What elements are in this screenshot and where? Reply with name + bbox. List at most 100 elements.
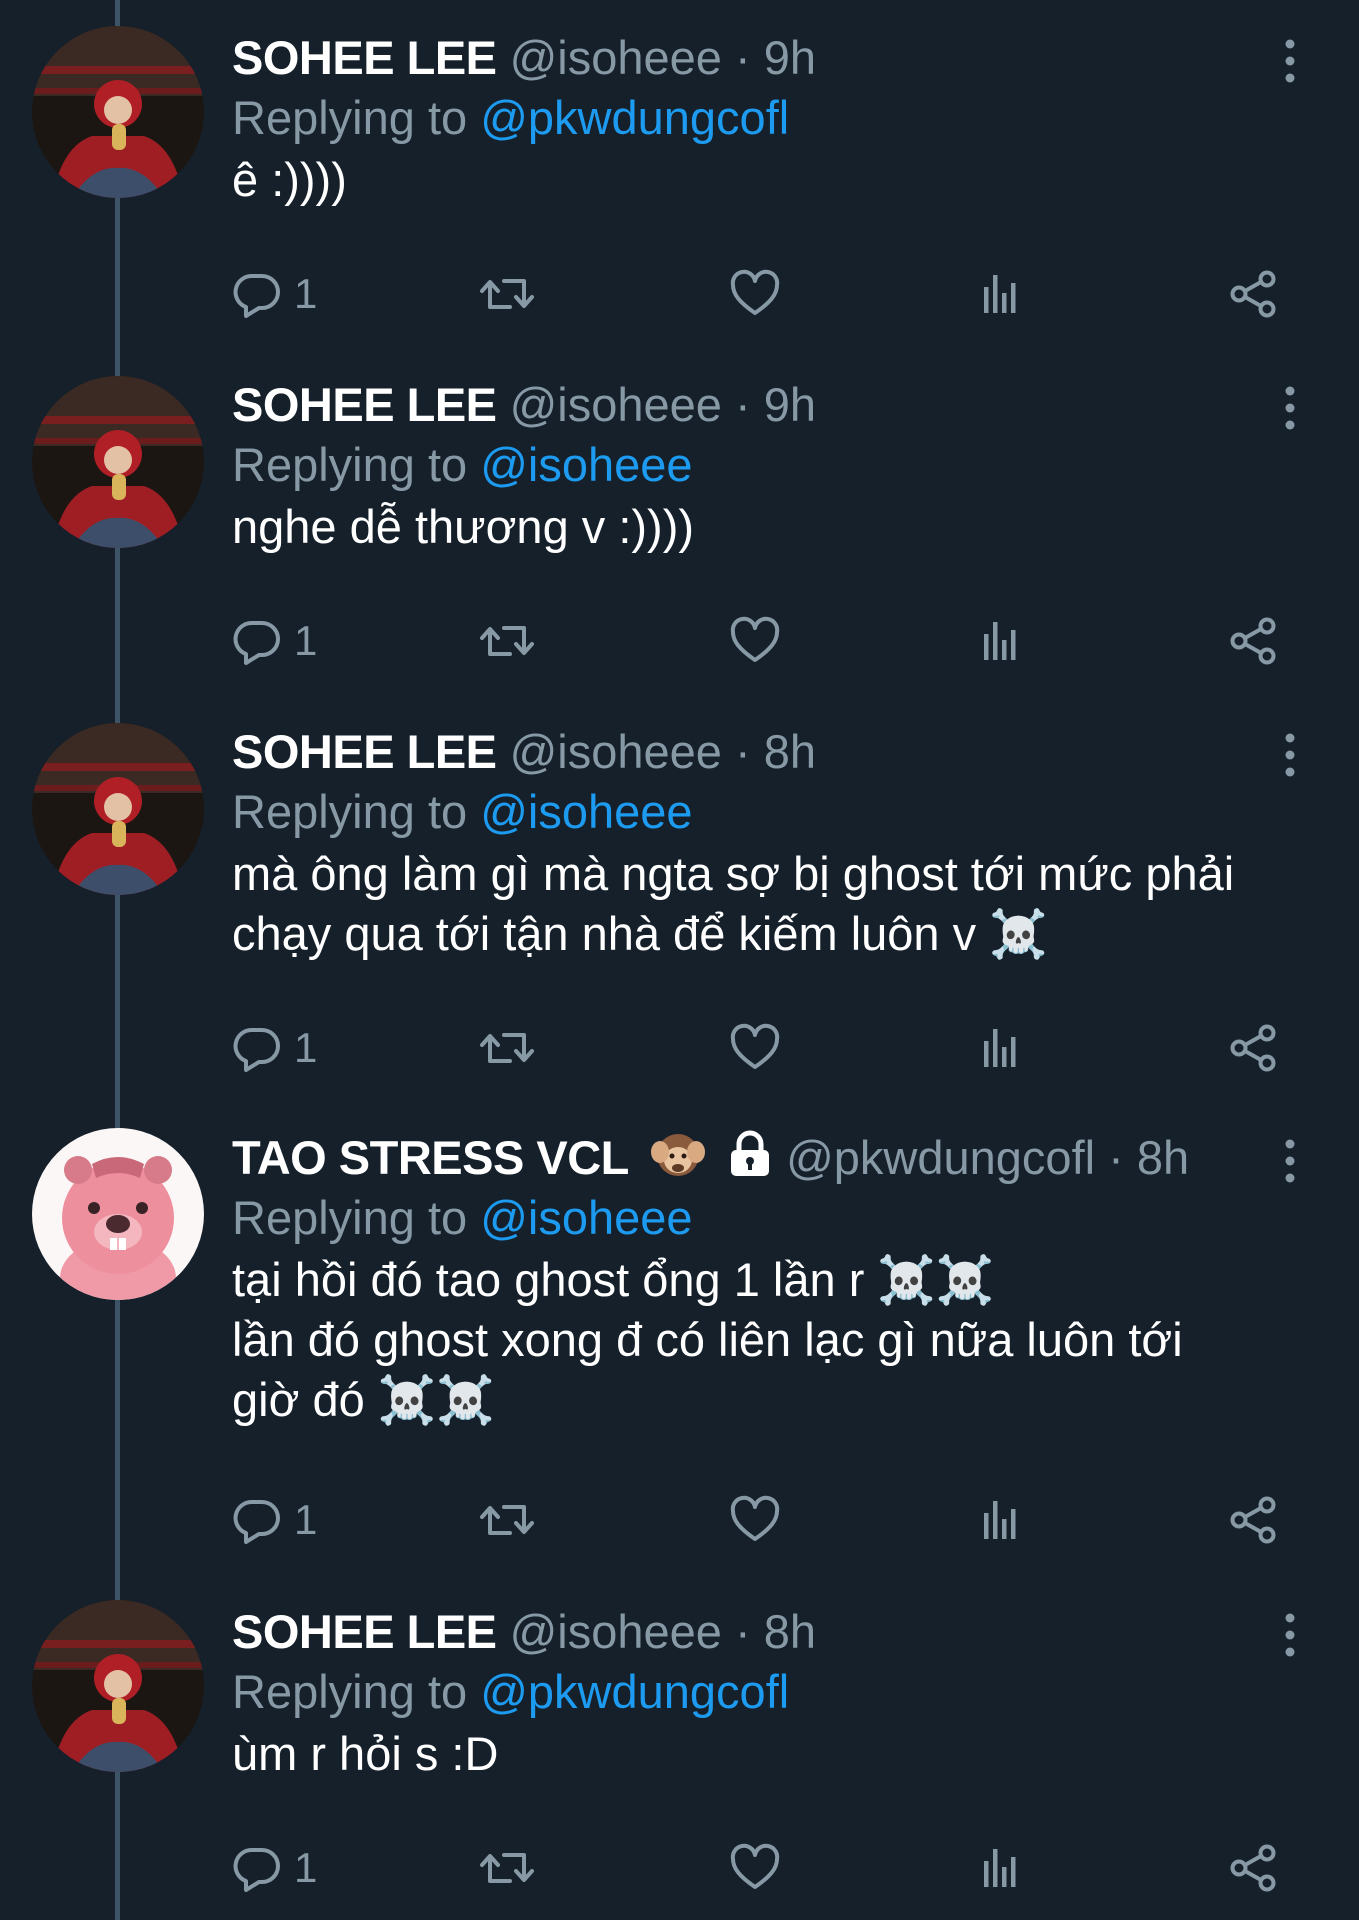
reply-button[interactable]: 1 <box>232 1836 317 1900</box>
more-vertical-icon[interactable] <box>1270 383 1310 433</box>
replying-to: Replying to @isoheee <box>232 782 693 842</box>
user-handle[interactable]: @isoheee <box>510 725 722 778</box>
retweet-icon <box>480 279 534 309</box>
more-vertical-icon[interactable] <box>1270 730 1310 780</box>
tweet[interactable]: SOHEE LEE @isoheee · 9h Replying to @iso… <box>0 347 1359 694</box>
retweet-button[interactable] <box>478 1488 536 1552</box>
replying-to: Replying to @isoheee <box>232 1188 693 1248</box>
tweet-text: nghe dễ thương v :)))) <box>232 500 694 553</box>
separator-dot: · <box>735 378 751 431</box>
analytics-button[interactable] <box>980 609 1024 673</box>
tweet-header: TAO STRESS VCL @pkwdungcofl · 8h <box>232 1128 1189 1188</box>
share-button[interactable] <box>1227 1016 1279 1080</box>
share-icon <box>1230 270 1276 318</box>
display-name[interactable]: SOHEE LEE <box>232 378 497 431</box>
like-button[interactable] <box>729 1016 781 1080</box>
share-button[interactable] <box>1227 1836 1279 1900</box>
avatar[interactable] <box>32 1128 204 1300</box>
heart-icon <box>730 1843 780 1889</box>
analytics-icon <box>984 1501 1016 1539</box>
tweet[interactable]: SOHEE LEE @isoheee · 9h Replying to @pkw… <box>0 0 1359 347</box>
more-vertical-icon[interactable] <box>1270 36 1310 86</box>
mention-link[interactable]: @isoheee <box>480 438 692 491</box>
user-handle[interactable]: @isoheee <box>510 1605 722 1658</box>
timestamp[interactable]: 8h <box>764 725 816 778</box>
retweet-button[interactable] <box>478 609 536 673</box>
tweet[interactable]: SOHEE LEE @isoheee · 8h Replying to @iso… <box>0 694 1359 1100</box>
analytics-button[interactable] <box>980 1016 1024 1080</box>
like-button[interactable] <box>729 1836 781 1900</box>
display-name[interactable]: SOHEE LEE <box>232 1605 497 1658</box>
like-button[interactable] <box>729 609 781 673</box>
display-name[interactable]: SOHEE LEE <box>232 725 497 778</box>
share-button[interactable] <box>1227 262 1279 326</box>
action-bar: 1 <box>232 1488 1332 1552</box>
tweet[interactable]: TAO STRESS VCL @pkwdungcofl · 8h Replyin… <box>0 1100 1359 1574</box>
reply-icon <box>233 1847 280 1892</box>
share-button[interactable] <box>1227 609 1279 673</box>
reply-icon <box>233 1027 280 1072</box>
reply-count: 1 <box>294 270 318 317</box>
replying-to-label: Replying to <box>232 438 468 491</box>
analytics-button[interactable] <box>980 262 1024 326</box>
separator-dot: · <box>735 31 751 84</box>
share-icon <box>1230 1844 1276 1892</box>
action-bar: 1 <box>232 1836 1332 1900</box>
display-name[interactable]: SOHEE LEE <box>232 31 497 84</box>
reply-button[interactable]: 1 <box>232 1488 317 1552</box>
timestamp[interactable]: 9h <box>764 31 816 84</box>
separator-dot: · <box>1108 1131 1124 1184</box>
display-name[interactable]: TAO STRESS VCL <box>232 1131 629 1184</box>
mention-link[interactable]: @pkwdungcofl <box>480 1665 789 1718</box>
reply-count: 1 <box>294 1844 318 1891</box>
lock-icon <box>727 1128 773 1194</box>
retweet-button[interactable] <box>478 262 536 326</box>
mention-link[interactable]: @isoheee <box>480 785 692 838</box>
timestamp[interactable]: 9h <box>764 378 816 431</box>
retweet-icon <box>480 626 534 656</box>
replying-to: Replying to @pkwdungcofl <box>232 1662 789 1722</box>
user-handle[interactable]: @isoheee <box>510 31 722 84</box>
reply-count: 1 <box>294 617 318 664</box>
retweet-icon <box>480 1853 534 1883</box>
timestamp[interactable]: 8h <box>764 1605 816 1658</box>
like-button[interactable] <box>729 1488 781 1552</box>
analytics-button[interactable] <box>980 1488 1024 1552</box>
monkey-emoji-icon <box>650 1128 706 1194</box>
tweet-thread: SOHEE LEE @isoheee · 9h Replying to @pkw… <box>0 0 1359 1920</box>
reply-button[interactable]: 1 <box>232 1016 317 1080</box>
share-icon <box>1230 617 1276 665</box>
reply-button[interactable]: 1 <box>232 609 317 673</box>
heart-icon <box>730 1023 780 1069</box>
tweet-text: ê :)))) <box>232 153 347 206</box>
share-button[interactable] <box>1227 1488 1279 1552</box>
reply-icon <box>233 1499 280 1544</box>
retweet-icon <box>480 1033 534 1063</box>
user-handle[interactable]: @pkwdungcofl <box>786 1131 1095 1184</box>
timestamp[interactable]: 8h <box>1137 1131 1189 1184</box>
avatar[interactable] <box>32 723 204 895</box>
avatar[interactable] <box>32 1600 204 1772</box>
analytics-icon <box>984 1029 1016 1067</box>
replying-to-label: Replying to <box>232 785 468 838</box>
mention-link[interactable]: @pkwdungcofl <box>480 91 789 144</box>
reply-button[interactable]: 1 <box>232 262 317 326</box>
more-vertical-icon[interactable] <box>1270 1610 1310 1660</box>
action-bar: 1 <box>232 262 1332 326</box>
action-bar: 1 <box>232 1016 1332 1080</box>
tweet-header: SOHEE LEE @isoheee · 9h <box>232 375 816 435</box>
like-button[interactable] <box>729 262 781 326</box>
more-vertical-icon[interactable] <box>1270 1136 1310 1186</box>
share-icon <box>1230 1024 1276 1072</box>
tweet-header: SOHEE LEE @isoheee · 8h <box>232 722 816 782</box>
tweet[interactable]: SOHEE LEE @isoheee · 8h Replying to @pkw… <box>0 1574 1359 1920</box>
avatar[interactable] <box>32 376 204 548</box>
analytics-button[interactable] <box>980 1836 1024 1900</box>
mention-link[interactable]: @isoheee <box>480 1191 692 1244</box>
heart-icon <box>730 1495 780 1541</box>
user-handle[interactable]: @isoheee <box>510 378 722 431</box>
reply-count: 1 <box>294 1496 318 1543</box>
avatar[interactable] <box>32 26 204 198</box>
retweet-button[interactable] <box>478 1016 536 1080</box>
retweet-button[interactable] <box>478 1836 536 1900</box>
